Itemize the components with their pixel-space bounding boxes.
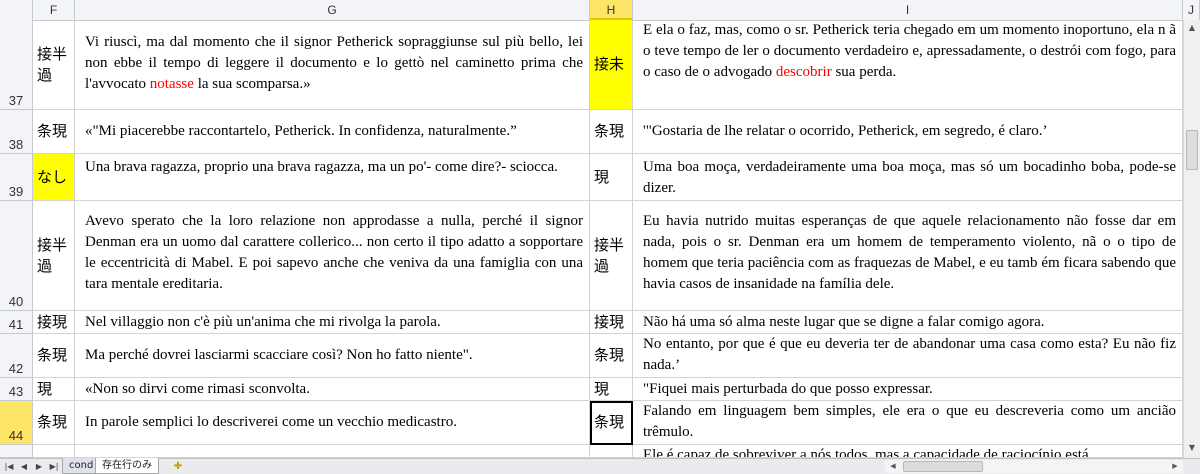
italian-text-cell[interactable] xyxy=(75,445,590,458)
scroll-up-icon[interactable]: ▲ xyxy=(1184,20,1200,36)
text-fragment: In parole semplici lo descriverei come u… xyxy=(85,414,457,430)
column-header-i[interactable]: I xyxy=(633,0,1183,20)
active-cell[interactable]: 条現 xyxy=(590,401,633,445)
row-header-40[interactable]: 40 xyxy=(0,201,33,311)
tag-cell-pt[interactable] xyxy=(590,445,633,458)
highlighted-verb: descobrir xyxy=(775,64,832,80)
italian-text-cell[interactable]: In parole semplici lo descriverei come u… xyxy=(75,401,590,445)
column-header-bar: F G H I J xyxy=(0,0,1200,21)
portuguese-text-cell[interactable]: Uma boa moça, verdadeiramente uma boa mo… xyxy=(633,154,1183,201)
tag-cell-it[interactable]: 条現 xyxy=(33,110,75,154)
row-header-41[interactable]: 41 xyxy=(0,311,33,334)
sheet-tab-bar: |◀ ◀ ▶ ▶| cond 存在行のみ ✚ ◀ ▶ xyxy=(0,458,1200,474)
text-fragment: Ma perché dovrei lasciarmi scacciare cos… xyxy=(85,347,473,363)
tag-cell-it[interactable]: 条現 xyxy=(33,334,75,378)
insert-sheet-icon[interactable]: ✚ xyxy=(170,459,186,474)
italian-text-cell[interactable]: Nel villaggio non c'è più un'anima che m… xyxy=(75,311,590,334)
row-header-42[interactable]: 42 xyxy=(0,334,33,378)
first-sheet-icon[interactable]: |◀ xyxy=(2,459,16,474)
tag-cell-it[interactable]: なし xyxy=(33,154,75,201)
italian-text-cell[interactable]: «"Mi piacerebbe raccontartelo, Petherick… xyxy=(75,110,590,154)
text-fragment: «Non so dirvi come rimasi sconvolta. xyxy=(85,380,310,397)
column-header-f[interactable]: F xyxy=(33,0,75,20)
portuguese-text-cell[interactable]: Ele é capaz de sobreviver a nós todos, m… xyxy=(633,445,1183,458)
text-fragment: Avevo sperato che la loro relazione non … xyxy=(85,213,583,292)
tag-cell-it[interactable]: 接半過 xyxy=(33,201,75,311)
italian-text-cell[interactable]: Ma perché dovrei lasciarmi scacciare cos… xyxy=(75,334,590,378)
text-fragment: '"Gostaria de lhe relatar o ocorrido, Pe… xyxy=(643,123,1048,139)
highlighted-verb: notasse xyxy=(149,76,194,92)
text-fragment: Una brava ragazza, proprio una brava rag… xyxy=(85,159,558,175)
text-fragment: Nel villaggio non c'è più un'anima che m… xyxy=(85,313,441,330)
next-sheet-icon[interactable]: ▶ xyxy=(32,459,46,474)
scroll-right-icon[interactable]: ▶ xyxy=(1169,460,1181,473)
portuguese-text-cell[interactable]: Falando em linguagem bem simples, ele er… xyxy=(633,401,1183,445)
select-all-corner[interactable] xyxy=(0,0,33,20)
column-header-j[interactable]: J xyxy=(1183,0,1200,20)
spreadsheet: F G H I J 37 接半過 Vi riuscì, ma dal momen… xyxy=(0,0,1200,474)
italian-text-cell[interactable]: «Non so dirvi come rimasi sconvolta. xyxy=(75,378,590,401)
scroll-left-icon[interactable]: ◀ xyxy=(887,460,899,473)
vertical-scroll-thumb[interactable] xyxy=(1186,130,1198,170)
text-fragment: Uma boa moça, verdadeiramente uma boa mo… xyxy=(643,159,1176,196)
row-header-45[interactable] xyxy=(0,445,33,458)
text-fragment: Não há uma só alma neste lugar que se di… xyxy=(643,313,1045,330)
text-fragment: Ele é capaz de sobreviver a nós todos, m… xyxy=(643,447,1089,458)
row-header-38[interactable]: 38 xyxy=(0,110,33,154)
sheet-tab-active[interactable]: 存在行のみ xyxy=(95,458,159,474)
tag-cell-pt[interactable]: 接未 xyxy=(590,20,633,110)
tag-cell-it[interactable]: 現 xyxy=(33,378,75,401)
tag-cell-pt[interactable]: 条現 xyxy=(590,110,633,154)
tag-cell-pt[interactable]: 条現 xyxy=(590,334,633,378)
text-fragment: «"Mi piacerebbe raccontartelo, Petherick… xyxy=(85,123,517,139)
row-header-44[interactable]: 44 xyxy=(0,401,33,445)
tag-cell-pt[interactable]: 現 xyxy=(590,154,633,201)
column-header-h[interactable]: H xyxy=(590,0,633,20)
portuguese-text-cell[interactable]: Não há uma só alma neste lugar que se di… xyxy=(633,311,1183,334)
text-fragment: E ela o faz, mas, como o sr. Petherick t… xyxy=(643,22,1176,80)
row-header-39[interactable]: 39 xyxy=(0,154,33,201)
portuguese-text-cell[interactable]: '"Gostaria de lhe relatar o ocorrido, Pe… xyxy=(633,110,1183,154)
text-fragment: "Fiquei mais perturbada do que posso exp… xyxy=(643,380,933,397)
text-fragment: Eu havia nutrido muitas esperanças de qu… xyxy=(643,213,1176,292)
row-header-43[interactable]: 43 xyxy=(0,378,33,401)
tag-cell-it[interactable] xyxy=(33,445,75,458)
portuguese-text-cell[interactable]: E ela o faz, mas, como o sr. Petherick t… xyxy=(633,20,1183,110)
scroll-down-icon[interactable]: ▼ xyxy=(1184,440,1200,456)
text-fragment: sua perda. xyxy=(831,64,897,80)
text-fragment: la sua scomparsa.» xyxy=(193,76,311,92)
horizontal-scroll-thumb[interactable] xyxy=(903,461,983,472)
portuguese-text-cell[interactable]: No entanto, por que é que eu deveria ter… xyxy=(633,334,1183,378)
tag-cell-it[interactable]: 接現 xyxy=(33,311,75,334)
portuguese-text-cell[interactable]: "Fiquei mais perturbada do que posso exp… xyxy=(633,378,1183,401)
horizontal-scrollbar[interactable]: ◀ ▶ xyxy=(885,460,1183,473)
tag-cell-pt[interactable]: 接現 xyxy=(590,311,633,334)
column-header-g[interactable]: G xyxy=(75,0,590,20)
last-sheet-icon[interactable]: ▶| xyxy=(47,459,61,474)
portuguese-text-cell[interactable]: Eu havia nutrido muitas esperanças de qu… xyxy=(633,201,1183,311)
tag-cell-it[interactable]: 条現 xyxy=(33,401,75,445)
italian-text-cell[interactable]: Vi riuscì, ma dal momento che il signor … xyxy=(75,20,590,110)
vertical-scrollbar[interactable]: ▲ ▼ xyxy=(1183,20,1200,458)
tag-cell-it[interactable]: 接半過 xyxy=(33,20,75,110)
tag-cell-pt[interactable]: 接半過 xyxy=(590,201,633,311)
tag-cell-pt[interactable]: 現 xyxy=(590,378,633,401)
italian-text-cell[interactable]: Avevo sperato che la loro relazione non … xyxy=(75,201,590,311)
italian-text-cell[interactable]: Una brava ragazza, proprio una brava rag… xyxy=(75,154,590,201)
row-header-37[interactable]: 37 xyxy=(0,20,33,110)
text-fragment: No entanto, por que é que eu deveria ter… xyxy=(643,336,1176,373)
text-fragment: Falando em linguagem bem simples, ele er… xyxy=(643,403,1176,440)
prev-sheet-icon[interactable]: ◀ xyxy=(17,459,31,474)
